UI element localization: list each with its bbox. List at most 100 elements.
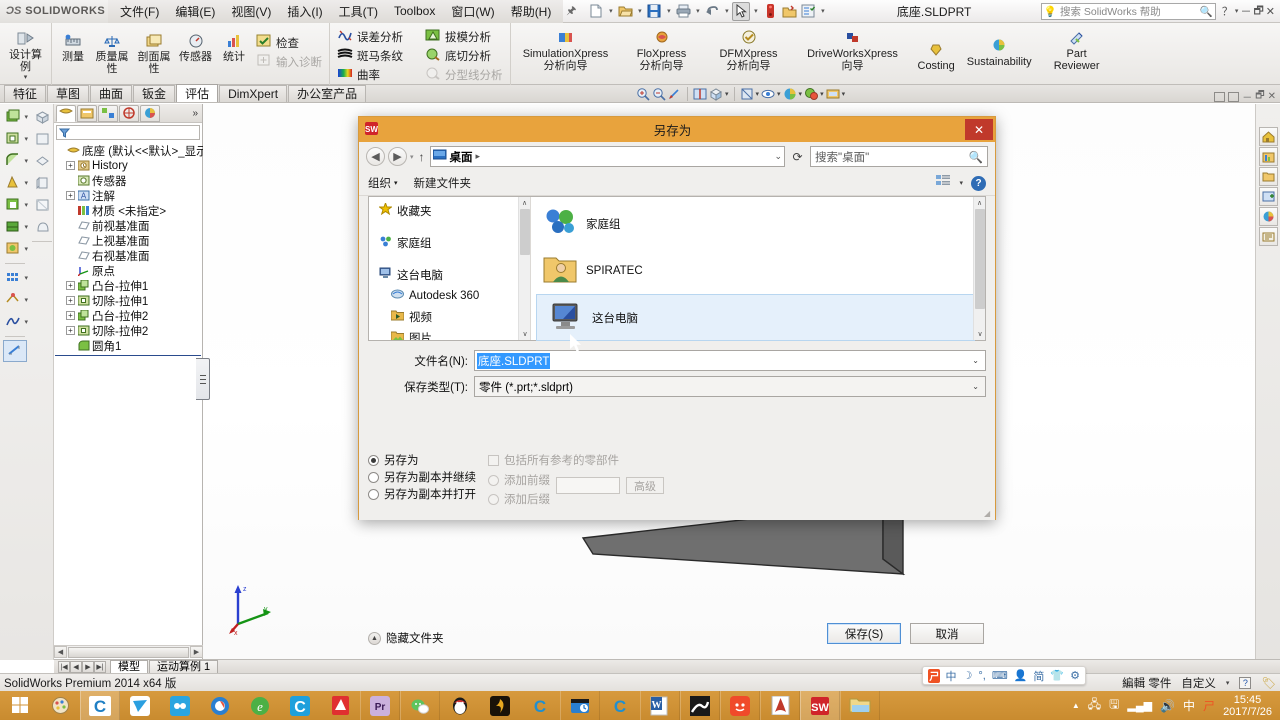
- chevron-down-icon[interactable]: ▾: [24, 135, 28, 143]
- file-explorer-icon[interactable]: [1258, 167, 1278, 186]
- options-icon[interactable]: [780, 2, 798, 21]
- nav-pictures[interactable]: 图片: [369, 327, 530, 340]
- save-icon[interactable]: [645, 2, 663, 21]
- view-isometric-icon[interactable]: [30, 106, 54, 128]
- expand-toggle[interactable]: +: [66, 311, 75, 320]
- expand-toggle[interactable]: +: [66, 296, 75, 305]
- wrap-tool-icon[interactable]: [2, 238, 23, 260]
- edit-appearance-icon[interactable]: [783, 87, 797, 101]
- taskbar-edge[interactable]: e: [240, 691, 280, 720]
- appearances-icon[interactable]: [1258, 207, 1278, 226]
- file-item-this-pc[interactable]: 这台电脑: [536, 294, 975, 341]
- expand-toggle[interactable]: +: [66, 161, 75, 170]
- check-button[interactable]: 检查: [252, 33, 326, 52]
- nav-favorites[interactable]: 收藏夹: [369, 200, 530, 221]
- scroll-thumb[interactable]: [519, 209, 530, 255]
- taskbar-paint[interactable]: [40, 691, 80, 720]
- view-front-icon[interactable]: [30, 128, 54, 150]
- network-error-icon[interactable]: 🖧: [1088, 695, 1101, 716]
- flyout-feature-tree-handle[interactable]: [196, 358, 210, 400]
- chevron-down-icon[interactable]: ▾: [818, 7, 827, 15]
- chevron-down-icon[interactable]: ▾: [24, 113, 28, 121]
- tree-node[interactable]: 前视基准面: [56, 218, 202, 233]
- tab-nav-button-3[interactable]: ▶|: [94, 660, 106, 673]
- rebuild-icon[interactable]: [761, 2, 779, 21]
- file-item-homegroup[interactable]: 家庭组: [531, 200, 985, 247]
- previous-view-icon[interactable]: [668, 87, 682, 101]
- tray-ime-label[interactable]: 中: [1183, 697, 1195, 714]
- ime-item-7[interactable]: ⚙: [1070, 669, 1080, 682]
- sustainability-button[interactable]: Sustainability: [963, 26, 1036, 71]
- menu-insert[interactable]: 插入(I): [279, 0, 330, 23]
- sogou-icon[interactable]: ㄕ: [928, 668, 941, 683]
- zebra-stripes-button[interactable]: 斑马条纹: [333, 46, 407, 65]
- nav-pane-scrollbar[interactable]: ∧ ∨: [518, 197, 530, 340]
- design-study-button[interactable]: 设计算例 ▾: [5, 25, 47, 83]
- tree-node[interactable]: + 切除-拉伸1: [56, 293, 202, 308]
- chevron-down-icon[interactable]: ▾: [799, 90, 803, 98]
- ime-item-0[interactable]: 中: [945, 668, 956, 684]
- chevron-down-icon[interactable]: ▾: [24, 296, 28, 304]
- chevron-down-icon[interactable]: ▾: [751, 7, 760, 15]
- view-settings-icon[interactable]: [826, 87, 840, 101]
- apply-scene-icon[interactable]: [804, 87, 819, 101]
- dialog-title-bar[interactable]: SW 另存为 ✕: [359, 117, 995, 142]
- tree-node[interactable]: + A 注解: [56, 188, 202, 203]
- pin-icon[interactable]: 🖈: [563, 2, 579, 21]
- taskbar-premiere[interactable]: Pr: [360, 691, 400, 720]
- taskbar-cad-1[interactable]: C: [80, 691, 120, 720]
- ime-item-5[interactable]: 简: [1033, 668, 1044, 684]
- view-section-icon[interactable]: [30, 216, 54, 238]
- taskbar-caxa-4[interactable]: C: [600, 691, 640, 720]
- tab-evaluate[interactable]: 评估: [176, 84, 219, 102]
- chevron-down-icon[interactable]: ▾: [756, 90, 760, 98]
- section-view-icon[interactable]: [693, 87, 707, 101]
- extruded-cut-icon[interactable]: [2, 128, 23, 150]
- fillet-tool-icon[interactable]: [2, 150, 23, 172]
- help-search-input[interactable]: 💡 搜索 SolidWorks 帮助 🔍: [1040, 2, 1216, 20]
- dfmxpress-button[interactable]: DFMXpress 分析向导: [706, 26, 792, 74]
- tree-node[interactable]: 传感器: [56, 173, 202, 188]
- chevron-down-icon[interactable]: ▾: [693, 7, 702, 15]
- search-icon[interactable]: 🔍: [969, 150, 983, 164]
- restore-doc-button[interactable]: 🗗: [1255, 88, 1264, 105]
- tab-sketch[interactable]: 草图: [47, 85, 90, 102]
- dialog-resize-grip[interactable]: ◢: [984, 509, 993, 518]
- start-button[interactable]: [0, 691, 40, 720]
- menu-help[interactable]: 帮助(H): [503, 0, 560, 23]
- tray-sogou-icon[interactable]: ㄕ: [1203, 697, 1215, 714]
- tree-node[interactable]: + 凸台-拉伸1: [56, 278, 202, 293]
- taskbar-cad-2[interactable]: C: [280, 691, 320, 720]
- save-button[interactable]: 保存(S): [827, 623, 901, 644]
- taskbar-foxmail[interactable]: [120, 691, 160, 720]
- close-button[interactable]: ✕: [1266, 5, 1275, 18]
- chevron-down-icon[interactable]: ▾: [635, 7, 644, 15]
- scroll-thumb[interactable]: [974, 209, 985, 309]
- taskbar-wechat[interactable]: [400, 691, 440, 720]
- scroll-up-arrow[interactable]: ∧: [519, 197, 530, 209]
- chevron-down-icon[interactable]: ▾: [24, 274, 28, 282]
- nav-videos[interactable]: 视频: [369, 306, 530, 327]
- dialog-close-button[interactable]: ✕: [965, 119, 993, 140]
- tree-node[interactable]: + History: [56, 158, 202, 173]
- feature-manager-more-button[interactable]: »: [192, 108, 202, 119]
- ime-item-6[interactable]: 👕: [1050, 669, 1064, 682]
- chevron-down-icon[interactable]: ▾: [24, 223, 28, 231]
- draft-tool-icon[interactable]: [2, 172, 23, 194]
- new-folder-button[interactable]: 新建文件夹: [414, 175, 472, 191]
- refresh-icon[interactable]: ⟳: [788, 147, 807, 166]
- status-tag-icon[interactable]: 🏷: [1261, 676, 1276, 690]
- taskbar-caxa-3[interactable]: C: [520, 691, 560, 720]
- minimize-button[interactable]: －: [1240, 3, 1251, 19]
- taskbar-qq[interactable]: [440, 691, 480, 720]
- tab-office-products[interactable]: 办公室产品: [288, 85, 367, 102]
- menu-view[interactable]: 视图(V): [223, 0, 279, 23]
- menu-window[interactable]: 窗口(W): [443, 0, 502, 23]
- recent-locations-button[interactable]: ▾: [410, 153, 414, 161]
- view-right-icon[interactable]: [30, 172, 54, 194]
- taskbar-pdf-red[interactable]: [320, 691, 360, 720]
- tab-sheetmetal[interactable]: 钣金: [133, 85, 176, 102]
- address-dropdown-caret[interactable]: ⌄: [774, 151, 782, 162]
- address-bar[interactable]: 桌面 ▸ ⌄: [429, 146, 785, 167]
- tree-node[interactable]: 原点: [56, 263, 202, 278]
